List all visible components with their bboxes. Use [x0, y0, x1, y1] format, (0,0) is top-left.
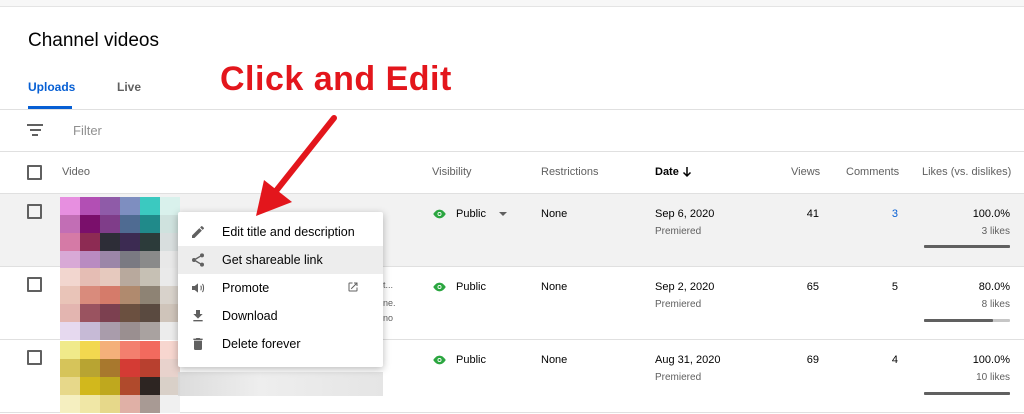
menu-item-get-link[interactable]: Get shareable link [178, 246, 383, 274]
blurred-title-overlay [178, 372, 383, 396]
menu-item-label: Get shareable link [222, 253, 323, 267]
row-checkbox[interactable] [27, 350, 42, 365]
menu-item-download[interactable]: Download [178, 302, 383, 330]
date-value: Aug 31, 2020 [655, 354, 721, 366]
date-sub: Premiered [655, 299, 702, 310]
column-likes[interactable]: Likes (vs. dislikes) [922, 166, 1011, 178]
filter-icon[interactable] [27, 124, 43, 136]
video-thumbnail-pixelated[interactable] [60, 341, 180, 413]
truncated-description: ne. [383, 298, 396, 308]
likes-count: 10 likes [976, 372, 1010, 383]
likes-percent: 100.0% [972, 354, 1010, 366]
menu-item-edit-title[interactable]: Edit title and description [178, 218, 383, 246]
annotation-text: Click and Edit [220, 60, 452, 98]
menu-item-promote[interactable]: Promote [178, 274, 383, 302]
row-checkbox[interactable] [27, 277, 42, 292]
views-value: 69 [806, 354, 819, 366]
truncated-description: no [383, 313, 394, 323]
date-sub: Premiered [655, 372, 702, 383]
tab-live[interactable]: Live [117, 80, 141, 94]
likes-percent: 100.0% [972, 208, 1010, 220]
likes-ratio-bar [924, 319, 1010, 322]
restrictions-value: None [541, 281, 568, 293]
tab-bar: Uploads Live [0, 72, 1024, 110]
visibility-dropdown-caret-icon[interactable] [499, 212, 507, 216]
download-icon [193, 310, 203, 322]
active-tab-indicator [28, 106, 72, 109]
column-restrictions[interactable]: Restrictions [541, 166, 598, 178]
trash-icon [193, 338, 203, 350]
comments-value[interactable]: 5 [838, 281, 898, 293]
column-date[interactable]: Date [655, 166, 679, 178]
video-thumbnail-pixelated[interactable] [60, 268, 180, 340]
comments-link[interactable]: 3 [838, 208, 898, 220]
truncated-title: t... [383, 280, 394, 290]
date-value: Sep 2, 2020 [655, 281, 715, 293]
likes-count: 8 likes [981, 299, 1010, 310]
likes-percent: 80.0% [978, 281, 1010, 293]
filter-input[interactable]: Filter [73, 123, 102, 138]
likes-ratio-bar [924, 392, 1010, 395]
select-all-checkbox[interactable] [27, 165, 42, 180]
restrictions-value: None [541, 354, 568, 366]
visibility-value[interactable]: Public [456, 354, 486, 366]
row-checkbox[interactable] [27, 204, 42, 219]
top-edge [0, 0, 1024, 7]
pencil-icon [192, 225, 205, 238]
views-value: 65 [806, 281, 819, 293]
date-sub: Premiered [655, 226, 702, 237]
filter-bar: Filter [0, 110, 1024, 152]
megaphone-icon [192, 283, 205, 293]
tab-uploads[interactable]: Uploads [28, 80, 75, 94]
menu-item-label: Edit title and description [222, 225, 355, 239]
external-link-icon [348, 282, 358, 292]
likes-count: 3 likes [981, 226, 1010, 237]
comments-value[interactable]: 4 [838, 354, 898, 366]
menu-item-label: Download [222, 309, 278, 323]
menu-item-delete[interactable]: Delete forever [178, 330, 383, 358]
menu-item-label: Promote [222, 281, 270, 295]
visibility-value[interactable]: Public [456, 208, 486, 220]
eye-icon [433, 355, 446, 365]
views-value: 41 [806, 208, 819, 220]
sort-down-arrow-icon[interactable] [682, 166, 692, 178]
share-icon [192, 253, 204, 267]
table-header: Video Visibility Restrictions Date Views… [0, 152, 1024, 194]
column-views[interactable]: Views [791, 166, 820, 178]
eye-icon [433, 282, 446, 292]
date-value: Sep 6, 2020 [655, 208, 715, 220]
page-title: Channel videos [28, 30, 159, 51]
video-thumbnail-pixelated[interactable] [60, 197, 180, 269]
video-options-menu: Edit title and description Get shareable… [178, 212, 383, 367]
likes-ratio-bar [924, 245, 1010, 248]
column-visibility[interactable]: Visibility [432, 166, 472, 178]
visibility-value[interactable]: Public [456, 281, 486, 293]
annotation-arrow-icon [256, 115, 337, 216]
restrictions-value: None [541, 208, 568, 220]
menu-item-label: Delete forever [222, 337, 301, 351]
column-comments[interactable]: Comments [846, 166, 899, 178]
eye-icon [433, 209, 446, 219]
column-video: Video [62, 166, 90, 178]
